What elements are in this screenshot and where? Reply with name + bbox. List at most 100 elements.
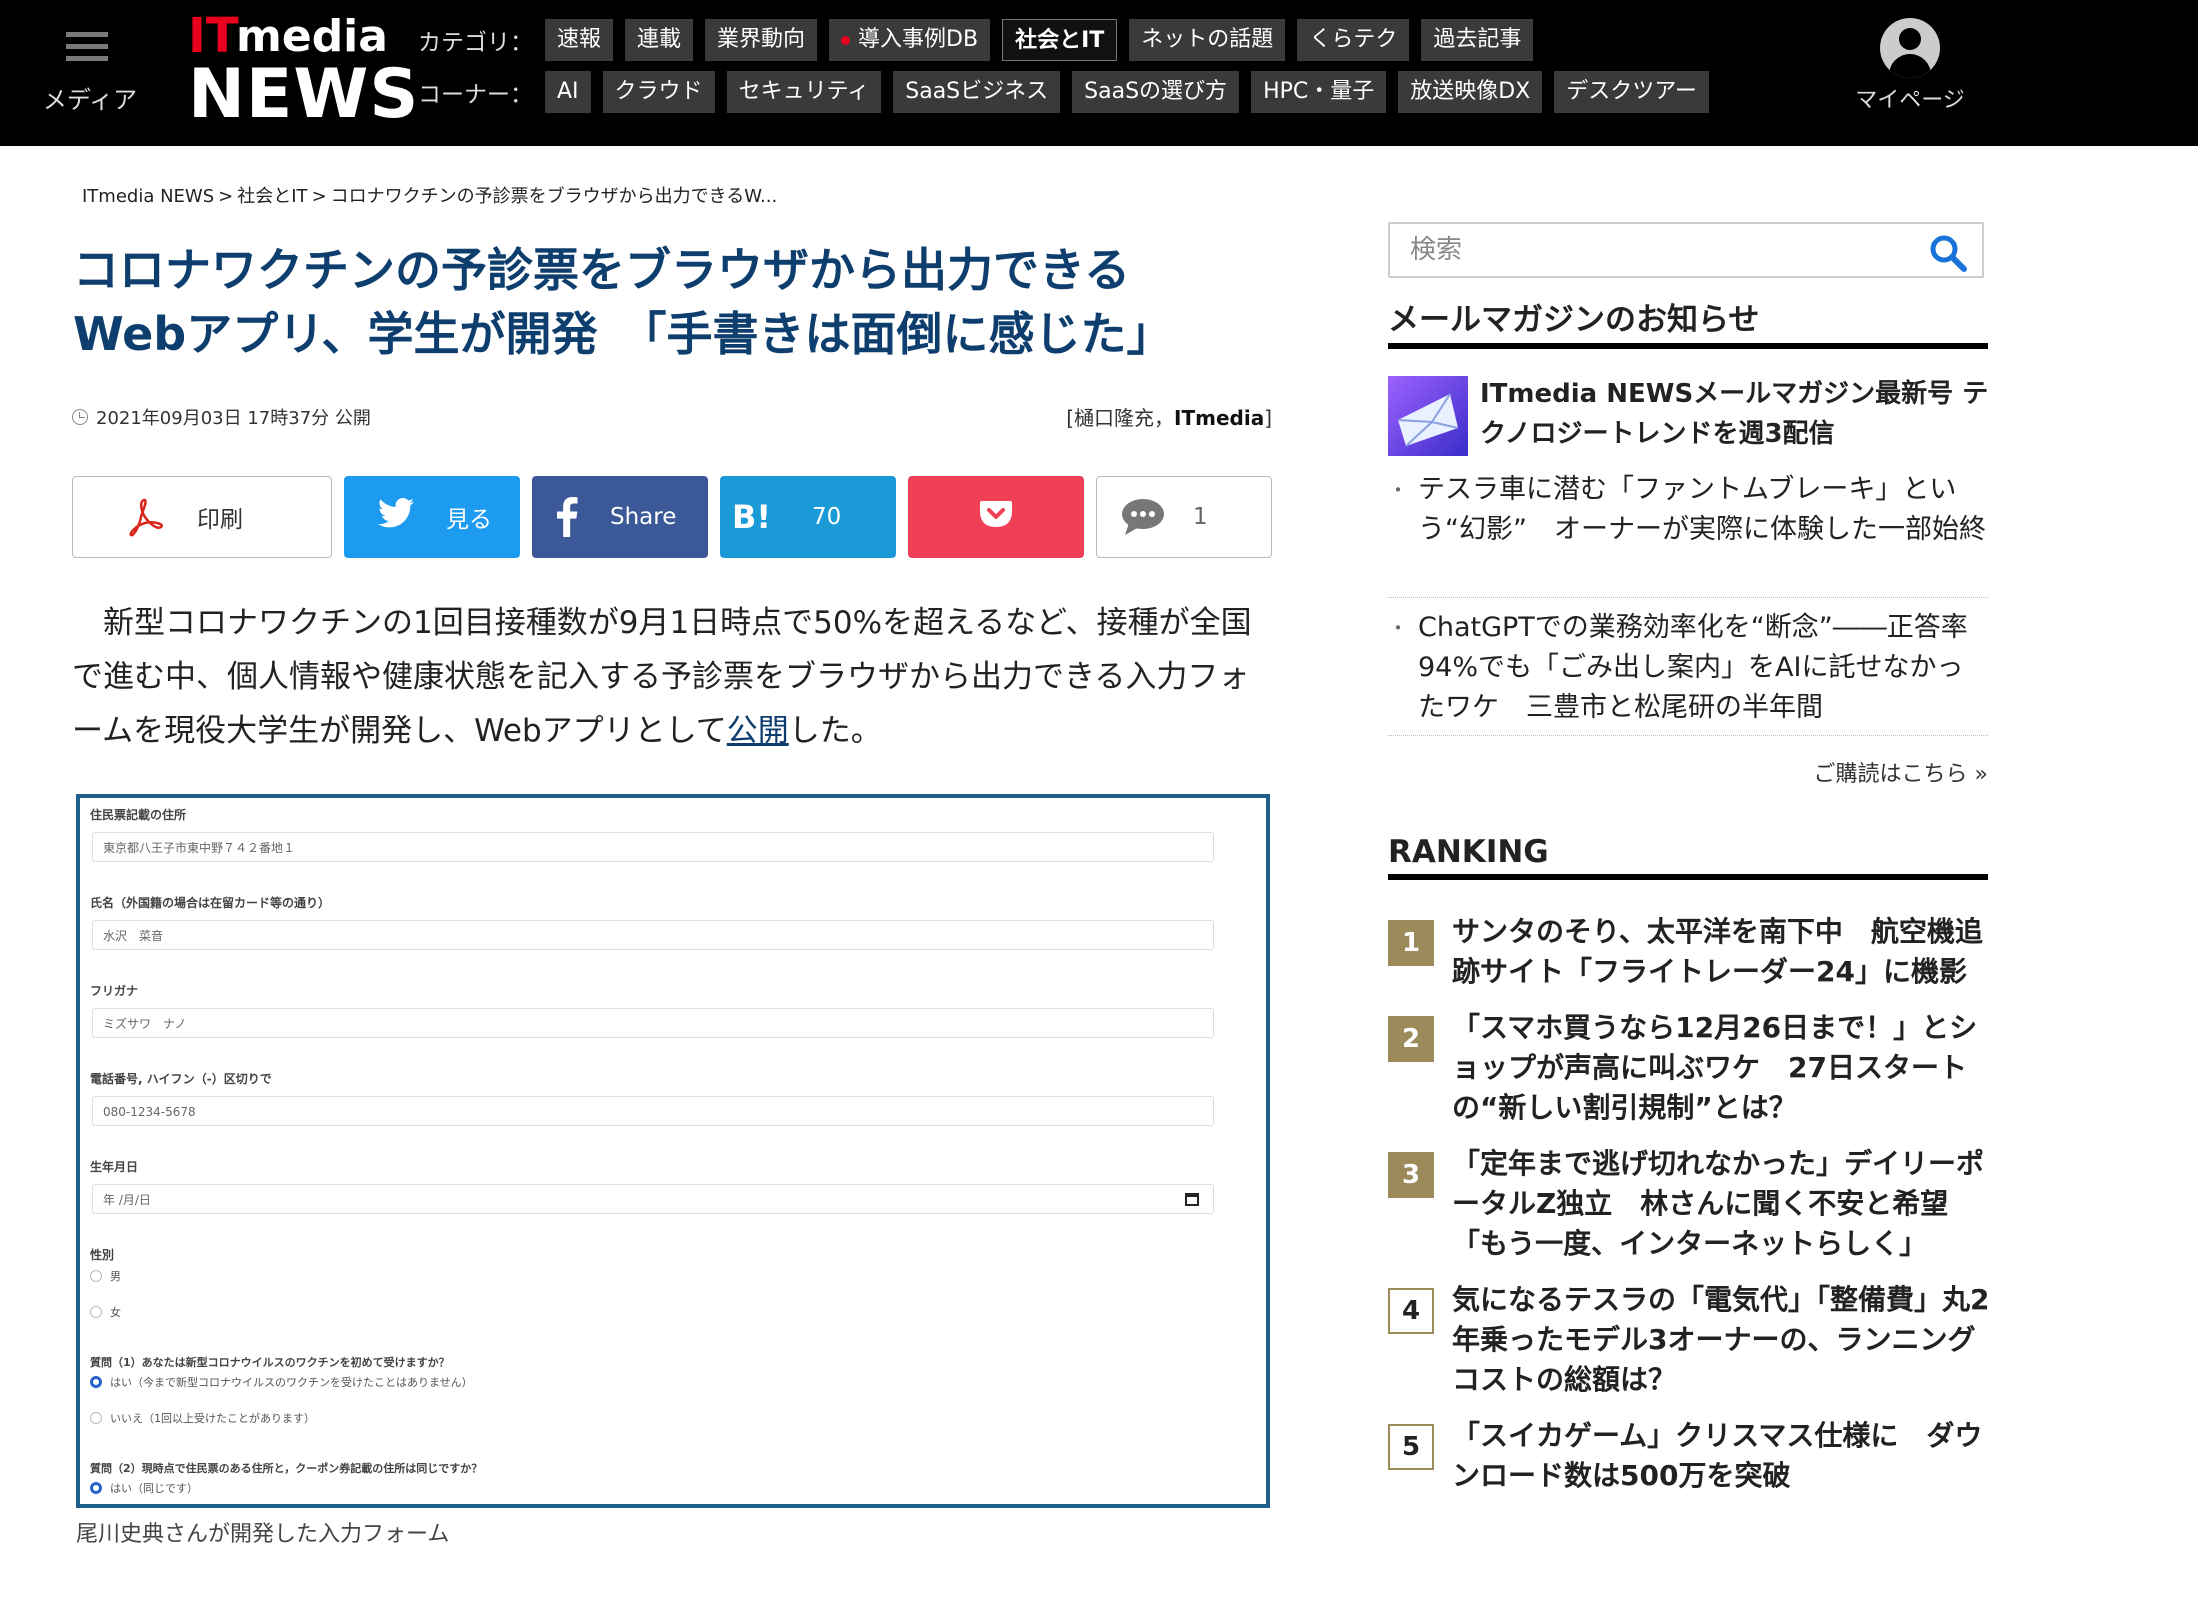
mypage-link[interactable]: マイページ [1850,18,1970,114]
address-field: 東京都八王子市東中野７４２番地１ [92,832,1214,862]
category-tab-4[interactable]: 社会とIT [1002,19,1118,61]
itmedia-news-logo[interactable]: IT media NEWS [188,8,418,132]
category-tab-label: 速報 [557,27,602,52]
ranking-title: 「スマホ買うなら12月26日まで！」とショップが声高に叫ぶワケ 27日スタートの… [1452,1011,1978,1124]
corner-tab-0[interactable]: AI [545,71,591,113]
corner-nav: コーナー： AI クラウド セキュリティ SaaSビジネス SaaSの選び方 HPC・量子… [418,71,1721,113]
mypage-label: マイページ [1855,88,1965,113]
ranking-title: サンタのそり、太平洋を南下中 航空機追跡サイト「フライトレーダー24」に機影 [1452,915,1983,988]
category-tab-2[interactable]: 業界動向 [705,19,818,61]
comment-count: 1 [1193,504,1208,530]
breadcrumb-current: コロナワクチンの予診票をブラウザから出力できるW... [330,186,778,207]
lead-text-end: した。 [788,713,882,749]
search-box [1388,222,1984,278]
ranking-title: 「定年まで逃げ切れなかった」デイリーポータルZ独立 林さんに聞く不安と希望「もう… [1452,1147,1985,1260]
corner-tab-5[interactable]: HPC・量子 [1251,71,1387,113]
rank-number: 5 [1388,1424,1434,1470]
comment-button[interactable]: 1 [1096,476,1272,558]
breadcrumb-category[interactable]: 社会とIT [237,186,307,207]
category-tab-1[interactable]: 連載 [625,19,694,61]
envelope-icon [1388,376,1468,456]
facebook-share-button[interactable]: Share [532,476,708,558]
twitter-label: 見る [446,507,492,533]
q1-option-yes: はい（今まで新型コロナウイルスのワクチンを受けたことはありません） [90,1374,473,1390]
corner-tab-3[interactable]: SaaSビジネス [893,71,1061,113]
name-field: 水沢 菜音 [92,920,1214,950]
sex-option-label: 男 [110,1270,121,1283]
category-tab-label: くらテク [1309,27,1398,52]
category-tab-3[interactable]: 導入事例DB [829,19,991,61]
corner-tab-1[interactable]: クラウド [602,71,715,113]
pocket-save-button[interactable] [908,476,1084,558]
category-label: カテゴリ： [418,30,533,56]
published-link[interactable]: 公開 [727,713,789,749]
search-input[interactable] [1390,224,1910,276]
newsletter-feature[interactable]: ITmedia NEWSメールマガジン最新号 テクノロジートレンドを週3配信 [1388,376,1988,456]
corner-tab-6[interactable]: 放送映像DX [1398,71,1543,113]
search-icon[interactable] [1928,233,1968,273]
facebook-label: Share [610,504,677,530]
media-menu-button[interactable]: メディア [40,28,140,118]
category-tab-5[interactable]: ネットの話題 [1129,19,1286,61]
user-icon [1880,18,1940,78]
newsletter-feature-title: ITmedia NEWSメールマガジン最新号 テクノロジートレンドを週3配信 [1480,379,1989,449]
hamburger-icon-bar [66,56,108,61]
radio-selected-icon [90,1376,102,1388]
twitter-bird-icon [378,497,418,537]
subscribe-link[interactable]: ご購読はこちら » [1700,756,1988,788]
ranking-title: 「スイカゲーム」クリスマス仕様に ダウンロード数は500万を突破 [1452,1419,1983,1492]
breadcrumb-separator: > [311,186,327,207]
name-label: 氏名（外国籍の場合は在留カード等の通り） [90,896,331,910]
print-label: 印刷 [197,507,243,533]
byline-source: ITmedia [1174,406,1265,430]
article-title: コロナワクチンの予診票をブラウザから出力できる Webアプリ、学生が開発 「手書… [73,238,1303,366]
corner-tab-4[interactable]: SaaSの選び方 [1072,71,1240,113]
address-label: 住民票記載の住所 [90,808,187,822]
media-menu-label: メディア [42,86,138,114]
breadcrumb-home[interactable]: ITmedia NEWS [82,186,214,207]
corner-tab-label: セキュリティ [738,79,870,104]
ranking-heading: RANKING [1388,834,1988,880]
publish-date-text: 2021年09月03日 17時37分 公開 [96,408,371,429]
radio-icon [90,1270,102,1282]
birthdate-field: 年 /月/日 [92,1184,1214,1214]
radio-icon [90,1412,102,1424]
q1-option-label: いいえ（1回以上受けたことがあります） [110,1412,315,1425]
category-tab-label: ネットの話題 [1141,27,1274,52]
form-screenshot[interactable]: 住民票記載の住所 東京都八王子市東中野７４２番地１ 氏名（外国籍の場合は在留カー… [76,794,1270,1508]
kana-label: フリガナ [90,984,139,998]
twitter-share-button[interactable]: 見る [344,476,520,558]
phone-field: 080-1234-5678 [92,1096,1214,1126]
corner-tab-label: クラウド [614,79,703,104]
ranking-title: 気になるテスラの「電気代」「整備費」丸2年乗ったモデル3オーナーの、ランニングコ… [1452,1283,1990,1396]
article-title-line2: Webアプリ、学生が開発 「手書きは面倒に感じた」 [73,307,1173,361]
print-button[interactable]: 印刷 [72,476,332,558]
rank-number: 3 [1388,1152,1434,1198]
pocket-icon [979,499,1013,535]
category-tab-7[interactable]: 過去記事 [1421,19,1534,61]
corner-tab-2[interactable]: セキュリティ [726,71,882,113]
birthdate-value: 年 /月/日 [103,1193,151,1207]
category-tab-6[interactable]: くらテク [1297,19,1410,61]
category-tab-label: 連載 [637,27,682,52]
category-tab-0[interactable]: 速報 [545,19,614,61]
logo-it: IT [188,8,239,64]
facebook-icon [554,497,594,537]
newsletter-heading: メールマガジンのお知らせ [1388,294,1988,349]
calendar-icon [1185,1193,1199,1206]
category-nav: カテゴリ： 速報 連載 業界動向 導入事例DB 社会とIT ネットの話題 くらテク 過去記事 [418,19,1545,61]
hatena-bookmark-button[interactable]: B! 70 [720,476,896,558]
corner-tab-label: AI [557,79,579,104]
site-header: メディア IT media NEWS カテゴリ： 速報 連載 業界動向 導入事例DB 社… [0,0,2198,146]
hatena-count: 70 [812,504,842,530]
red-dot-icon [841,35,851,45]
rank-number: 2 [1388,1016,1434,1062]
kana-field: ミズサワ ナノ [92,1008,1214,1038]
byline: [樋口隆充，ITmedia] [1048,402,1272,431]
corner-tab-7[interactable]: デスクツアー [1554,71,1709,113]
newsletter-item[interactable]: テスラ車に潜む「ファントムブレーキ」という“幻影” オーナーが実際に体験した一部… [1388,470,1988,598]
newsletter-item[interactable]: ChatGPTでの業務効率化を“断念”――正答率94%でも「ごみ出し案内」をAI… [1388,608,1988,736]
speech-bubble-icon [1121,497,1164,537]
figure-caption: 尾川史典さんが開発した入力フォーム [76,1522,450,1547]
category-tab-label: 業界動向 [717,27,806,52]
